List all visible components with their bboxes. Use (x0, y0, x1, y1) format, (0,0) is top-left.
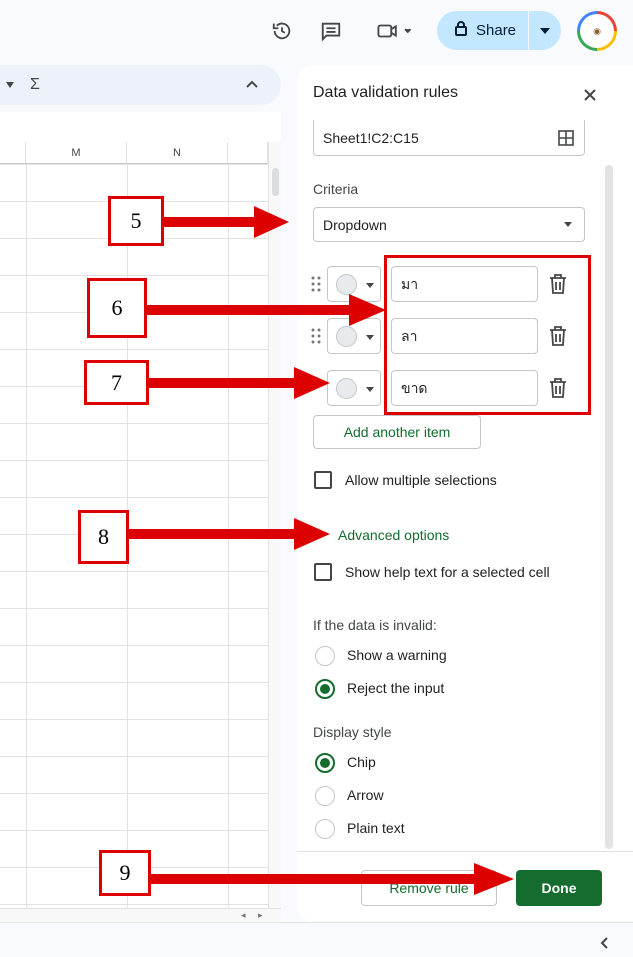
arrow-7-shaft (148, 378, 298, 388)
arrow-9-shaft (150, 874, 478, 884)
annotation-arrows (128, 206, 514, 895)
annotation-6: 6 (87, 278, 147, 338)
annotation-5: 5 (108, 196, 164, 246)
annotation-8: 8 (78, 510, 129, 564)
arrow-8-shaft (128, 529, 298, 539)
arrow-5-head (254, 206, 289, 238)
annotation-7: 7 (84, 360, 149, 405)
arrow-6-head (349, 294, 386, 326)
arrow-6-shaft (146, 305, 353, 315)
annotation-9: 9 (99, 850, 151, 896)
arrow-5-shaft (163, 217, 258, 227)
arrow-7-head (294, 367, 330, 399)
arrow-9-head (474, 863, 514, 895)
arrow-8-head (294, 518, 330, 550)
